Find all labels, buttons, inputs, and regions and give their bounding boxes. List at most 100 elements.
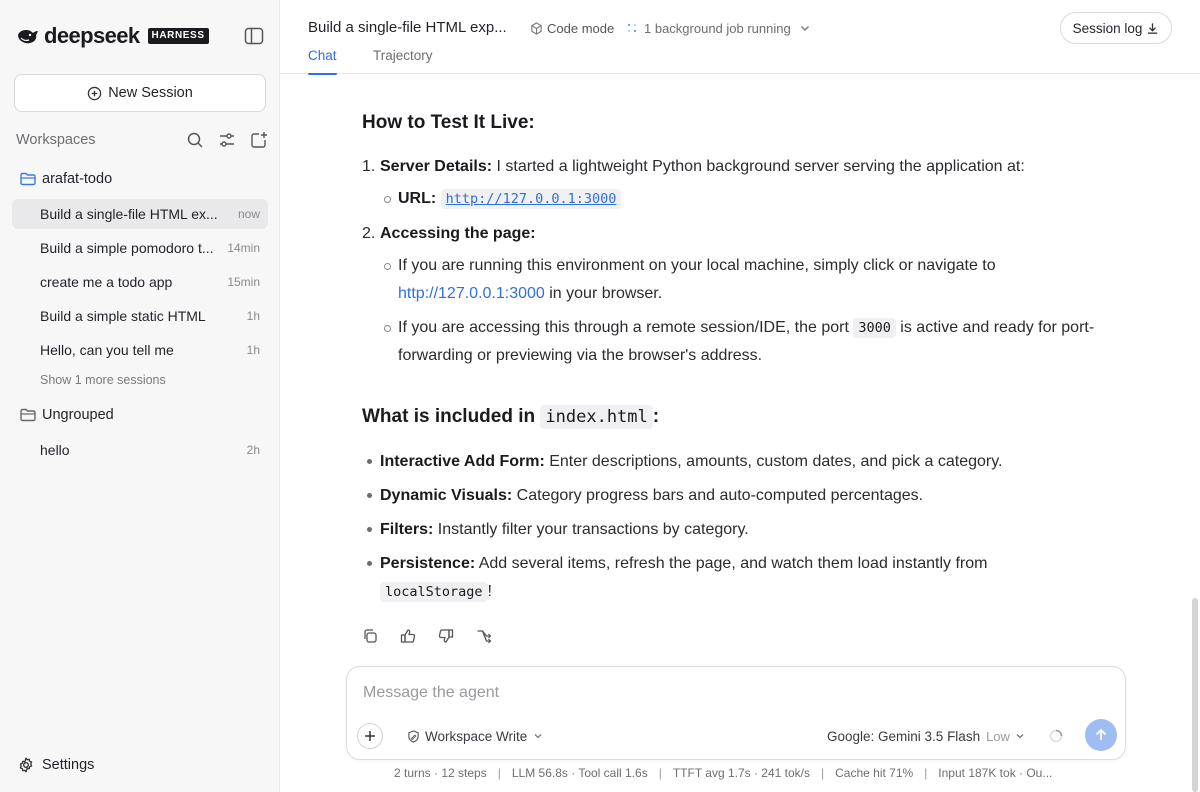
list-item: Dynamic Visuals: Category progress bars … [380, 482, 923, 510]
status-separator: | [497, 766, 501, 780]
local-url-link[interactable]: http://127.0.0.1:3000 [398, 285, 545, 302]
branch-icon[interactable] [476, 628, 492, 644]
chevron-down-icon [534, 734, 542, 739]
chat-transcript: How to Test It Live: 1. Server Details: … [280, 74, 1200, 664]
section-heading: What is included in index.html: [362, 405, 659, 429]
brand-logo: deepseek HARNESS [16, 23, 209, 48]
folder-icon [20, 408, 36, 422]
sub-list-item-cont: forwarding or previewing via the browser… [398, 347, 763, 364]
session-item[interactable]: Hello, can you tell me 1h [12, 335, 268, 365]
plus-icon [365, 731, 375, 741]
model-selector[interactable]: Google: Gemini 3.5 Flash Low [827, 728, 1025, 744]
workspace-folder-ungrouped[interactable]: Ungrouped [20, 405, 114, 425]
background-jobs-dropdown[interactable]: 1 background job running [626, 20, 811, 36]
session-log-button[interactable]: Session log [1060, 12, 1172, 44]
thumbs-up-icon[interactable] [400, 628, 416, 644]
bullet [367, 493, 372, 498]
session-time: 14min [227, 241, 260, 255]
list-item-text: Add several items, refresh the page, and… [475, 555, 988, 572]
message-input[interactable] [363, 681, 1103, 705]
session-time: 15min [227, 275, 260, 289]
port-code: 3000 [853, 318, 896, 338]
section-heading: How to Test It Live: [362, 112, 535, 133]
status-turns: 2 turns · 12 steps [394, 766, 487, 780]
whale-logo-icon [18, 30, 38, 44]
message-composer: Workspace Write Google: Gemini 3.5 Flash… [346, 666, 1126, 760]
list-number: 1. [362, 158, 376, 175]
new-session-label: New Session [108, 85, 193, 101]
thumbs-down-icon[interactable] [438, 628, 454, 644]
localstorage-code: localStorage [380, 582, 488, 602]
server-url-link[interactable]: http://127.0.0.1:3000 [440, 189, 622, 209]
list-item: Filters: Instantly filter your transacti… [380, 516, 749, 544]
list-item-text: ! [487, 583, 492, 600]
session-item[interactable]: create me a todo app 15min [12, 267, 268, 297]
chevron-down-icon [800, 26, 809, 31]
session-item[interactable]: Build a simple pomodoro t... 14min [12, 233, 268, 263]
sub-list-item: If you are running this environment on y… [398, 257, 996, 274]
workspace-folder-arafat-todo[interactable]: arafat-todo [20, 169, 112, 189]
filter-sliders-icon[interactable] [218, 131, 236, 149]
sub-list-item: If you are accessing this through a remo… [398, 314, 1094, 342]
bullet [367, 459, 372, 464]
session-title: Build a simple pomodoro t... [40, 240, 214, 256]
code-mode-indicator: Code mode [530, 20, 614, 36]
effort-label: Low [986, 728, 1010, 744]
status-ttft: TTFT avg 1.7s · 241 tok/s [672, 766, 810, 780]
sub-list-text: in your browser. [544, 285, 663, 302]
list-number: 2. [362, 225, 376, 242]
permission-dropdown[interactable]: Workspace Write [407, 728, 543, 744]
sidebar-toggle-icon[interactable] [244, 27, 264, 45]
status-separator: | [924, 766, 928, 780]
model-label: Google: Gemini 3.5 Flash [827, 728, 981, 744]
plus-circle-icon [87, 86, 102, 100]
session-title: create me a todo app [40, 274, 173, 290]
tab-chat[interactable]: Chat [308, 48, 337, 75]
list-item-bold: Filters: [380, 521, 434, 538]
sub-list-text: is active and ready for port- [895, 319, 1095, 336]
session-item[interactable]: Build a single-file HTML ex... now [12, 199, 268, 229]
session-time: 1h [246, 309, 260, 323]
copy-icon[interactable] [362, 628, 378, 644]
list-item: Server Details: I started a lightweight … [380, 153, 1025, 181]
folder-open-icon [20, 172, 36, 186]
send-button[interactable] [1085, 719, 1117, 751]
new-session-button[interactable]: New Session [14, 74, 266, 112]
list-item-text: I started a lightweight Python backgroun… [492, 158, 1025, 175]
gear-icon [19, 757, 33, 773]
new-folder-icon[interactable] [250, 131, 268, 149]
search-icon[interactable] [186, 131, 204, 149]
loading-spinner-icon [1049, 729, 1063, 743]
session-item[interactable]: Build a simple static HTML 1h [12, 301, 268, 331]
session-title: Build a single-file HTML ex... [40, 206, 218, 222]
session-title: Build a simple static HTML [40, 308, 206, 324]
bullet [367, 561, 372, 566]
settings-button[interactable]: Settings [18, 755, 94, 775]
sub-bullet [384, 325, 391, 332]
status-bar: 2 turns · 12 steps | LLM 56.8s · Tool ca… [394, 766, 1084, 782]
tab-trajectory[interactable]: Trajectory [373, 48, 433, 74]
brand-name: deepseek [44, 23, 140, 48]
list-item-text: Category progress bars and auto-computed… [512, 487, 924, 504]
status-separator: | [658, 766, 662, 780]
session-time: 1h [246, 343, 260, 357]
session-title-header: Build a single-file HTML exp... [308, 19, 507, 36]
session-title: Hello, can you tell me [40, 342, 174, 358]
list-item-bold: Accessing the page: [380, 225, 536, 242]
sub-list-text: If you are accessing this through a remo… [398, 319, 854, 336]
workspaces-label: Workspaces [16, 132, 96, 148]
sub-bullet [384, 263, 391, 270]
arrow-up-icon [1095, 728, 1107, 740]
message-actions [362, 628, 514, 644]
session-title: hello [40, 442, 70, 458]
list-item-text: Instantly filter your transactions by ca… [433, 521, 749, 538]
pencil-shield-icon [408, 729, 419, 743]
add-attachment-button[interactable] [357, 723, 383, 749]
show-more-sessions-link[interactable]: Show 1 more sessions [40, 373, 166, 387]
sidebar: deepseek HARNESS New Session Workspaces … [0, 0, 280, 792]
scrollbar[interactable] [1192, 598, 1198, 792]
sub-list-item: URL: http://127.0.0.1:3000 [398, 185, 622, 213]
session-item[interactable]: hello 2h [12, 435, 268, 465]
heading-code: index.html [540, 405, 653, 429]
loading-dots-icon [627, 23, 637, 33]
